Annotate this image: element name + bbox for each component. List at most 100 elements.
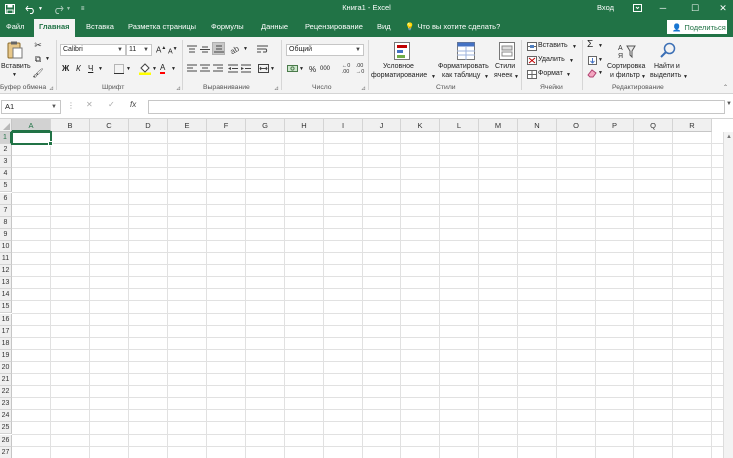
wrap-text-icon[interactable] <box>256 43 269 55</box>
autosum-dropdown-icon[interactable]: ▼ <box>598 43 603 49</box>
insert-function-button[interactable]: fx <box>130 100 136 109</box>
conditional-formatting-dropdown-icon[interactable]: ▼ <box>431 74 436 80</box>
row-header-24[interactable]: 24 <box>0 410 12 423</box>
column-header-b[interactable]: B <box>51 119 90 132</box>
format-as-table-line1[interactable]: Форматировать <box>438 63 489 70</box>
find-select-line2[interactable]: выделить <box>650 72 681 79</box>
share-button[interactable]: 👤 Поделиться <box>667 20 727 34</box>
row-header-3[interactable]: 3 <box>0 156 12 169</box>
format-cells-button[interactable]: Формат <box>538 70 563 77</box>
sort-filter-line1[interactable]: Сортировка <box>607 63 645 70</box>
clipboard-launcher-icon[interactable]: ⊿ <box>49 85 54 92</box>
format-as-table-dropdown-icon[interactable]: ▼ <box>484 74 489 80</box>
row-header-27[interactable]: 27 <box>0 446 12 458</box>
increase-indent-icon[interactable] <box>240 63 252 74</box>
row-header-10[interactable]: 10 <box>0 240 12 253</box>
ribbon-display-options-icon[interactable] <box>627 1 647 15</box>
delete-cells-button[interactable]: Удалить <box>538 56 565 63</box>
autosum-icon[interactable]: Σ <box>587 39 593 50</box>
delete-cells-icon[interactable] <box>526 55 537 65</box>
sign-in-link[interactable]: Вход <box>597 3 614 12</box>
copy-dropdown-icon[interactable]: ▼ <box>45 56 50 62</box>
tab-insert[interactable]: Вставка <box>86 21 114 37</box>
sort-filter-dropdown-icon[interactable]: ▼ <box>641 74 646 80</box>
row-header-7[interactable]: 7 <box>0 204 12 217</box>
row-header-8[interactable]: 8 <box>0 216 12 229</box>
paste-icon[interactable] <box>6 41 24 59</box>
accounting-dropdown-icon[interactable]: ▼ <box>299 66 304 72</box>
conditional-formatting-line2[interactable]: форматирование <box>371 72 427 79</box>
row-header-12[interactable]: 12 <box>0 265 12 278</box>
increase-decimal-icon[interactable]: ←0.00 <box>340 63 352 75</box>
orientation-dropdown-icon[interactable]: ▼ <box>243 46 248 52</box>
row-header-15[interactable]: 15 <box>0 301 12 314</box>
row-header-5[interactable]: 5 <box>0 180 12 193</box>
tab-data[interactable]: Данные <box>261 21 288 37</box>
close-icon[interactable]: ✕ <box>713 1 733 15</box>
column-header-i[interactable]: I <box>324 119 363 132</box>
cut-icon[interactable]: ✂ <box>33 40 43 50</box>
font-color-button[interactable]: A <box>160 63 166 74</box>
column-header-g[interactable]: G <box>246 119 285 132</box>
column-header-k[interactable]: K <box>401 119 440 132</box>
cell-styles-line1[interactable]: Стили <box>495 63 515 70</box>
column-header-d[interactable]: D <box>129 119 168 132</box>
delete-dropdown-icon[interactable]: ▼ <box>569 58 574 64</box>
column-header-e[interactable]: E <box>168 119 207 132</box>
column-header-f[interactable]: F <box>207 119 246 132</box>
cell-styles-icon[interactable] <box>498 41 516 61</box>
minimize-icon[interactable]: ─ <box>653 1 673 15</box>
row-header-17[interactable]: 17 <box>0 325 12 338</box>
row-header-6[interactable]: 6 <box>0 192 12 205</box>
fill-color-icon[interactable] <box>139 62 151 75</box>
row-header-22[interactable]: 22 <box>0 386 12 399</box>
row-header-19[interactable]: 19 <box>0 349 12 362</box>
formula-input[interactable] <box>148 100 725 114</box>
row-header-20[interactable]: 20 <box>0 361 12 374</box>
cell-styles-line2[interactable]: ячеек <box>494 72 512 79</box>
enter-formula-icon[interactable]: ✓ <box>108 100 115 109</box>
shrink-font-button[interactable]: A▼ <box>168 46 178 55</box>
borders-icon[interactable] <box>113 63 125 75</box>
active-cell[interactable] <box>11 131 53 147</box>
decrease-decimal-icon[interactable]: .00 →0 <box>354 63 366 75</box>
number-launcher-icon[interactable]: ⊿ <box>361 85 366 92</box>
row-header-14[interactable]: 14 <box>0 289 12 302</box>
expand-formula-bar-icon[interactable]: ▼ <box>726 101 732 107</box>
row-header-23[interactable]: 23 <box>0 398 12 411</box>
collapse-ribbon-icon[interactable]: ⌃ <box>723 84 728 91</box>
align-middle-icon[interactable] <box>199 44 211 55</box>
row-header-18[interactable]: 18 <box>0 337 12 350</box>
font-size-select[interactable]: 11 ▼ <box>126 44 152 56</box>
row-header-25[interactable]: 25 <box>0 422 12 435</box>
underline-dropdown-icon[interactable]: ▼ <box>98 66 103 72</box>
vertical-scrollbar[interactable]: ▲ <box>723 132 733 458</box>
tab-file[interactable]: Файл <box>6 21 24 37</box>
paste-button[interactable]: Вставить <box>1 63 31 70</box>
scroll-up-icon[interactable]: ▲ <box>726 134 732 140</box>
row-header-2[interactable]: 2 <box>0 144 12 157</box>
fill-color-dropdown-icon[interactable]: ▼ <box>152 66 157 72</box>
clear-dropdown-icon[interactable]: ▼ <box>598 70 603 76</box>
column-header-l[interactable]: L <box>440 119 479 132</box>
name-box[interactable]: A1 ▼ <box>1 100 61 114</box>
format-as-table-line2[interactable]: как таблицу <box>442 72 480 79</box>
align-left-icon[interactable] <box>186 63 198 74</box>
insert-cells-icon[interactable] <box>526 41 537 51</box>
alignment-launcher-icon[interactable]: ⊿ <box>274 85 279 92</box>
row-header-16[interactable]: 16 <box>0 313 12 326</box>
merge-dropdown-icon[interactable]: ▼ <box>270 66 275 72</box>
column-header-c[interactable]: C <box>90 119 129 132</box>
grow-font-button[interactable]: A▲ <box>156 45 166 55</box>
insert-dropdown-icon[interactable]: ▼ <box>572 44 577 50</box>
percent-style-button[interactable]: % <box>309 65 316 74</box>
tab-view[interactable]: Вид <box>377 21 391 37</box>
column-header-o[interactable]: O <box>557 119 596 132</box>
fill-down-icon[interactable] <box>587 55 597 65</box>
font-color-dropdown-icon[interactable]: ▼ <box>171 66 176 72</box>
tab-home[interactable]: Главная <box>34 19 75 37</box>
accounting-format-icon[interactable] <box>286 63 298 74</box>
font-name-select[interactable]: Calibri ▼ <box>60 44 126 56</box>
fill-handle[interactable] <box>48 141 53 147</box>
insert-cells-button[interactable]: Вставить <box>538 42 568 49</box>
